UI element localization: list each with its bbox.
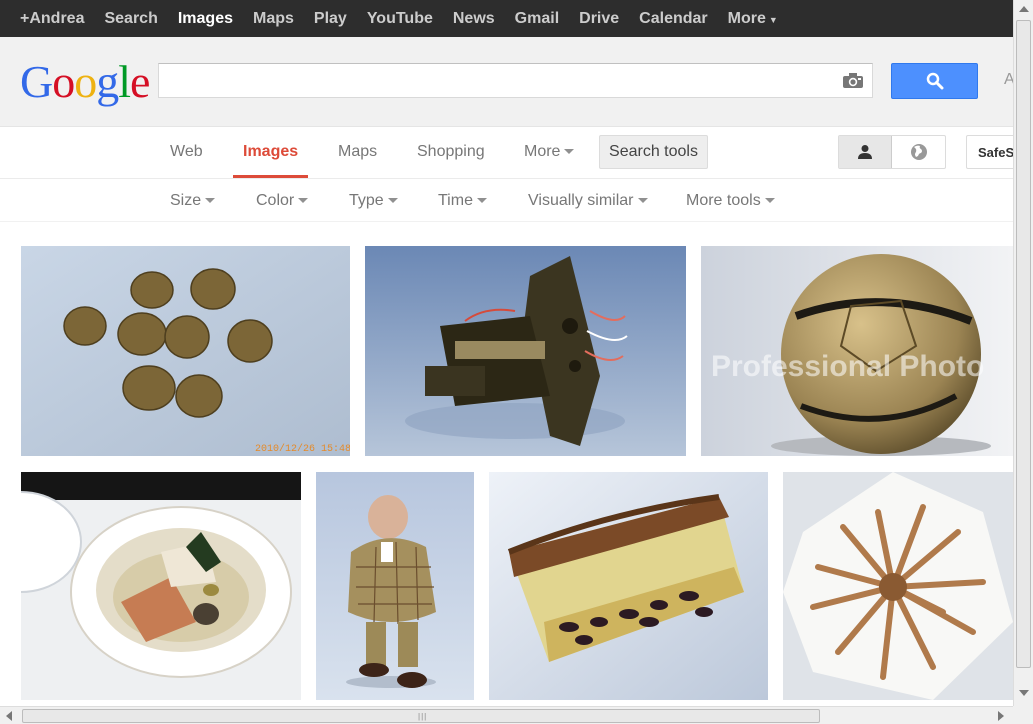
vertical-scrollbar[interactable] <box>1013 0 1033 706</box>
active-tab-underline <box>233 175 308 178</box>
tab-more[interactable]: More <box>524 143 575 161</box>
horizontal-scroll-thumb[interactable]: ||| <box>22 709 820 723</box>
personal-results-button[interactable] <box>839 136 893 168</box>
tool-type[interactable]: Type <box>349 192 398 210</box>
topbar-youtube[interactable]: YouTube <box>367 10 433 28</box>
tab-shopping[interactable]: Shopping <box>417 143 485 161</box>
image-result-thumbnail <box>21 472 301 700</box>
tool-time[interactable]: Time <box>438 192 487 210</box>
tab-maps[interactable]: Maps <box>338 143 377 161</box>
image-result-thumbnail <box>783 472 1013 700</box>
caret-down-icon <box>764 198 775 204</box>
top-nav-bar: +Andrea Search Images Maps Play YouTube … <box>0 0 1013 37</box>
image-result[interactable] <box>783 472 1013 700</box>
topbar-search[interactable]: Search <box>104 10 157 28</box>
tool-visually-similar-label: Visually similar <box>528 192 634 209</box>
image-result-thumbnail <box>489 472 768 700</box>
tab-more-label: More <box>524 143 561 160</box>
topbar-account[interactable]: +Andrea <box>20 10 84 28</box>
scrollbar-corner <box>1013 706 1033 724</box>
image-results-grid: 2010/12/26 15:48 Professional Photo <box>0 221 1013 706</box>
tool-type-label: Type <box>349 192 384 209</box>
tool-color[interactable]: Color <box>256 192 309 210</box>
tab-images[interactable]: Images <box>243 143 298 161</box>
image-result[interactable]: 2010/12/26 15:48 <box>21 246 350 456</box>
tab-web[interactable]: Web <box>170 143 203 161</box>
caret-down-icon <box>387 198 398 204</box>
search-header: Google A <box>0 37 1015 127</box>
tool-more-tools[interactable]: More tools <box>686 192 775 210</box>
topbar-drive[interactable]: Drive <box>579 10 619 28</box>
tool-visually-similar[interactable]: Visually similar <box>528 192 648 210</box>
topbar-maps[interactable]: Maps <box>253 10 294 28</box>
image-result[interactable] <box>489 472 768 700</box>
tool-more-tools-label: More tools <box>686 192 761 209</box>
image-timestamp: 2010/12/26 15:48 <box>255 443 350 455</box>
topbar-gmail[interactable]: Gmail <box>515 10 559 28</box>
caret-down-icon <box>298 198 309 204</box>
caret-down-icon <box>637 198 648 204</box>
tool-color-label: Color <box>256 192 295 209</box>
image-result[interactable] <box>365 246 686 456</box>
search-button[interactable] <box>891 63 978 99</box>
image-watermark: Professional Photo <box>711 350 984 383</box>
image-result-thumbnail <box>316 472 474 700</box>
google-logo[interactable]: Google <box>20 55 150 109</box>
globe-icon <box>910 144 927 160</box>
search-type-tabs: Web Images Maps Shopping More Search too… <box>0 127 1026 179</box>
topbar-more[interactable]: More ▼ <box>728 10 778 28</box>
search-box <box>158 63 873 98</box>
search-tools-button[interactable]: Search tools <box>599 135 708 169</box>
topbar-calendar[interactable]: Calendar <box>639 10 707 28</box>
caret-down-icon: ▼ <box>768 14 778 25</box>
grip-icon: ||| <box>418 712 428 721</box>
image-tools-row: Size Color Type Time Visually similar Mo… <box>0 179 1013 221</box>
tool-size-label: Size <box>170 192 202 209</box>
horizontal-scrollbar[interactable]: ||| <box>0 706 1013 724</box>
caret-down-icon <box>564 149 575 155</box>
topbar-images[interactable]: Images <box>178 10 233 28</box>
caret-down-icon <box>476 198 487 204</box>
tool-time-label: Time <box>438 192 473 209</box>
vertical-scroll-thumb[interactable] <box>1016 20 1031 668</box>
scroll-left-arrow-icon[interactable] <box>6 711 12 721</box>
camera-icon[interactable] <box>842 72 864 89</box>
topbar-news[interactable]: News <box>453 10 495 28</box>
scroll-down-arrow-icon[interactable] <box>1019 690 1029 696</box>
image-result[interactable] <box>21 472 301 700</box>
person-icon <box>858 145 872 159</box>
image-result-thumbnail <box>365 246 686 456</box>
topbar-play[interactable]: Play <box>314 10 347 28</box>
image-result[interactable]: Professional Photo <box>701 246 1013 456</box>
image-result[interactable] <box>316 472 474 700</box>
scroll-right-arrow-icon[interactable] <box>998 711 1004 721</box>
magnifier-icon <box>926 72 943 90</box>
global-results-button[interactable] <box>892 136 945 168</box>
image-result-thumbnail: Professional Photo <box>701 246 1013 456</box>
topbar-more-label: More <box>727 9 766 27</box>
scroll-up-arrow-icon[interactable] <box>1019 6 1029 12</box>
search-input[interactable] <box>159 64 829 97</box>
image-result-thumbnail: 2010/12/26 15:48 <box>21 246 350 456</box>
personal-results-toggle <box>838 135 946 169</box>
tool-size[interactable]: Size <box>170 192 216 210</box>
caret-down-icon <box>205 198 216 204</box>
